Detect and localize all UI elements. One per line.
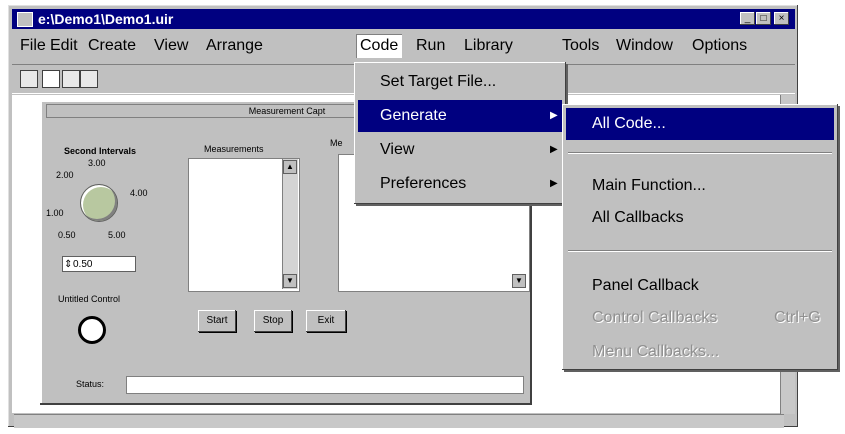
interval-numeric-field[interactable]: ⇕ 0.50 bbox=[62, 256, 136, 272]
knob-tick: 1.00 bbox=[46, 208, 64, 218]
horizontal-scrollbar[interactable] bbox=[14, 414, 784, 428]
menu-tools[interactable]: Tools bbox=[558, 34, 603, 58]
menu-library[interactable]: Library bbox=[460, 34, 517, 58]
menu-create[interactable]: Create bbox=[84, 34, 140, 58]
control-callbacks-shortcut: Ctrl+G bbox=[774, 309, 821, 326]
window-title: e:\Demo1\Demo1.uir bbox=[38, 11, 174, 27]
numeric-value: 0.50 bbox=[73, 259, 93, 270]
interval-knob[interactable] bbox=[80, 184, 118, 222]
second-list-label: Me bbox=[330, 138, 343, 148]
menu-code[interactable]: Code bbox=[356, 34, 403, 58]
menu-item-set-target-file[interactable]: Set Target File... bbox=[358, 66, 562, 98]
menu-edit[interactable]: Edit bbox=[46, 34, 82, 58]
status-field[interactable] bbox=[126, 376, 524, 394]
menu-file[interactable]: File bbox=[16, 34, 50, 58]
exit-button[interactable]: Exit bbox=[306, 310, 346, 332]
menu-item-all-code[interactable]: All Code... bbox=[566, 108, 834, 140]
knob-label: Second Intervals bbox=[64, 146, 137, 156]
knob-tick: 3.00 bbox=[88, 158, 106, 168]
menu-item-view[interactable]: View bbox=[358, 134, 562, 166]
measurements-label: Measurements bbox=[204, 144, 264, 154]
menu-item-panel-callback[interactable]: Panel Callback bbox=[566, 270, 834, 302]
status-label: Status: bbox=[76, 379, 105, 389]
stopwatch-icon[interactable] bbox=[78, 316, 106, 344]
menu-item-preferences[interactable]: Preferences bbox=[358, 168, 562, 200]
submenu-arrow-icon: ▶ bbox=[550, 144, 558, 155]
menu-view[interactable]: View bbox=[150, 34, 192, 58]
menu-item-menu-callbacks[interactable]: Menu Callbacks... bbox=[566, 336, 834, 368]
menu-item-generate[interactable]: Generate bbox=[358, 100, 562, 132]
menu-arrange[interactable]: Arrange bbox=[202, 34, 267, 58]
color-tool-icon[interactable] bbox=[80, 70, 98, 88]
measurements-scrollbar[interactable] bbox=[282, 159, 298, 289]
menu-window[interactable]: Window bbox=[612, 34, 677, 58]
operate-tool-icon[interactable] bbox=[20, 70, 38, 88]
menu-item-all-callbacks[interactable]: All Callbacks bbox=[566, 202, 834, 234]
menu-separator bbox=[568, 152, 832, 154]
start-button[interactable]: Start bbox=[198, 310, 236, 332]
text-tool-icon[interactable] bbox=[62, 70, 80, 88]
knob-tick: 5.00 bbox=[108, 230, 126, 240]
select-tool-icon[interactable] bbox=[42, 70, 60, 88]
scroll-up-icon[interactable]: ▲ bbox=[283, 160, 297, 174]
spinner-icon[interactable]: ⇕ bbox=[64, 257, 72, 273]
submenu-arrow-icon: ▶ bbox=[550, 178, 558, 189]
scroll-down-icon[interactable]: ▼ bbox=[283, 274, 297, 288]
menu-options[interactable]: Options bbox=[688, 34, 751, 58]
app-icon[interactable] bbox=[17, 12, 33, 27]
knob-tick: 0.50 bbox=[58, 230, 76, 240]
menu-run[interactable]: Run bbox=[412, 34, 449, 58]
knob-tick: 2.00 bbox=[56, 170, 74, 180]
maximize-icon[interactable]: □ bbox=[756, 12, 771, 25]
second-list-scroll-icon[interactable]: ▼ bbox=[512, 274, 526, 288]
submenu-arrow-icon: ▶ bbox=[550, 110, 558, 121]
menu-item-main-function[interactable]: Main Function... bbox=[566, 170, 834, 202]
timer-label: Untitled Control bbox=[58, 294, 121, 304]
close-icon[interactable]: × bbox=[774, 12, 789, 25]
menu-separator bbox=[568, 250, 832, 252]
knob-tick: 4.00 bbox=[130, 188, 148, 198]
minimize-icon[interactable]: _ bbox=[740, 12, 755, 25]
stop-button[interactable]: Stop bbox=[254, 310, 292, 332]
